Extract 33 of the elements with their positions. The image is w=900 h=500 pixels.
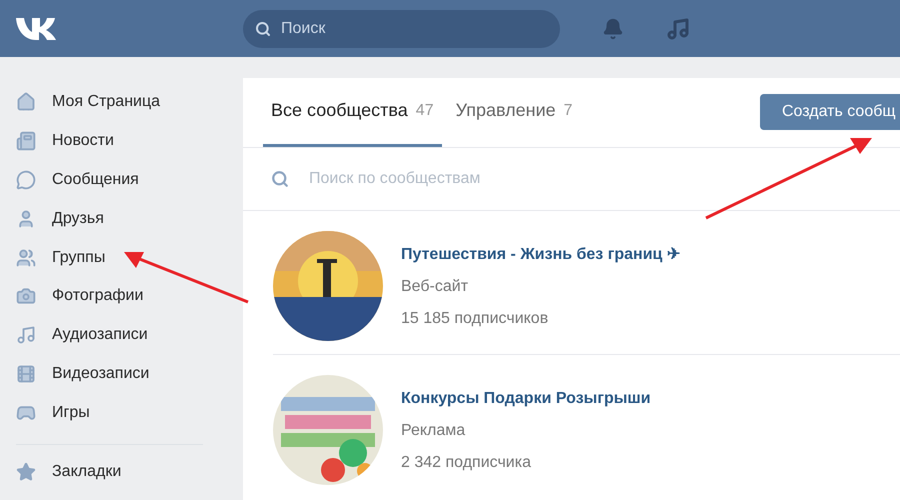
create-community-button[interactable]: Создать сообщ bbox=[760, 94, 900, 130]
search-icon bbox=[271, 170, 289, 188]
music-note-icon[interactable] bbox=[666, 16, 690, 40]
home-icon bbox=[16, 92, 36, 112]
sidebar-item[interactable]: Фотографии bbox=[16, 276, 243, 316]
search-icon bbox=[255, 20, 271, 36]
bell-icon[interactable] bbox=[602, 18, 624, 40]
camera-icon bbox=[16, 286, 36, 306]
sidebar-item[interactable]: Группы bbox=[16, 238, 243, 277]
search-field[interactable]: Поиск bbox=[243, 10, 560, 48]
chat-bubble-icon bbox=[16, 170, 36, 190]
community-search-field[interactable]: Поиск по сообществам bbox=[243, 148, 900, 210]
music-note-icon bbox=[16, 325, 36, 346]
sidebar-item[interactable]: Сообщения bbox=[16, 160, 243, 200]
community-category: Веб-сайт bbox=[401, 276, 470, 297]
subscriber-count: 15 185 подписчиков bbox=[401, 308, 550, 329]
star-icon bbox=[16, 462, 36, 482]
subscriber-count: 2 342 подписчика bbox=[401, 453, 532, 474]
community-name[interactable]: Путешествия - Жизнь без границ ✈ bbox=[401, 242, 680, 267]
film-strip-icon bbox=[16, 364, 36, 384]
sidebar-item[interactable]: Видеозаписи bbox=[16, 354, 243, 394]
community-name[interactable]: Конкурсы Подарки Розыгрыши bbox=[401, 387, 651, 412]
people-icon bbox=[16, 248, 36, 268]
sidebar-item[interactable]: Друзья bbox=[16, 199, 243, 238]
sidebar-item[interactable]: Аудиозаписи bbox=[16, 316, 243, 355]
sidebar-item[interactable]: Моя Страница bbox=[16, 83, 243, 122]
tab[interactable]: Все сообщества 47 bbox=[263, 78, 442, 147]
tab[interactable]: Управление 7 bbox=[448, 78, 581, 147]
news-icon bbox=[16, 131, 36, 152]
sidebar-item[interactable]: Игры bbox=[16, 393, 243, 432]
sidebar-item[interactable]: Новости bbox=[16, 122, 243, 161]
community-category: Реклама bbox=[401, 421, 466, 442]
sidebar-item[interactable]: Закладки bbox=[16, 457, 243, 488]
